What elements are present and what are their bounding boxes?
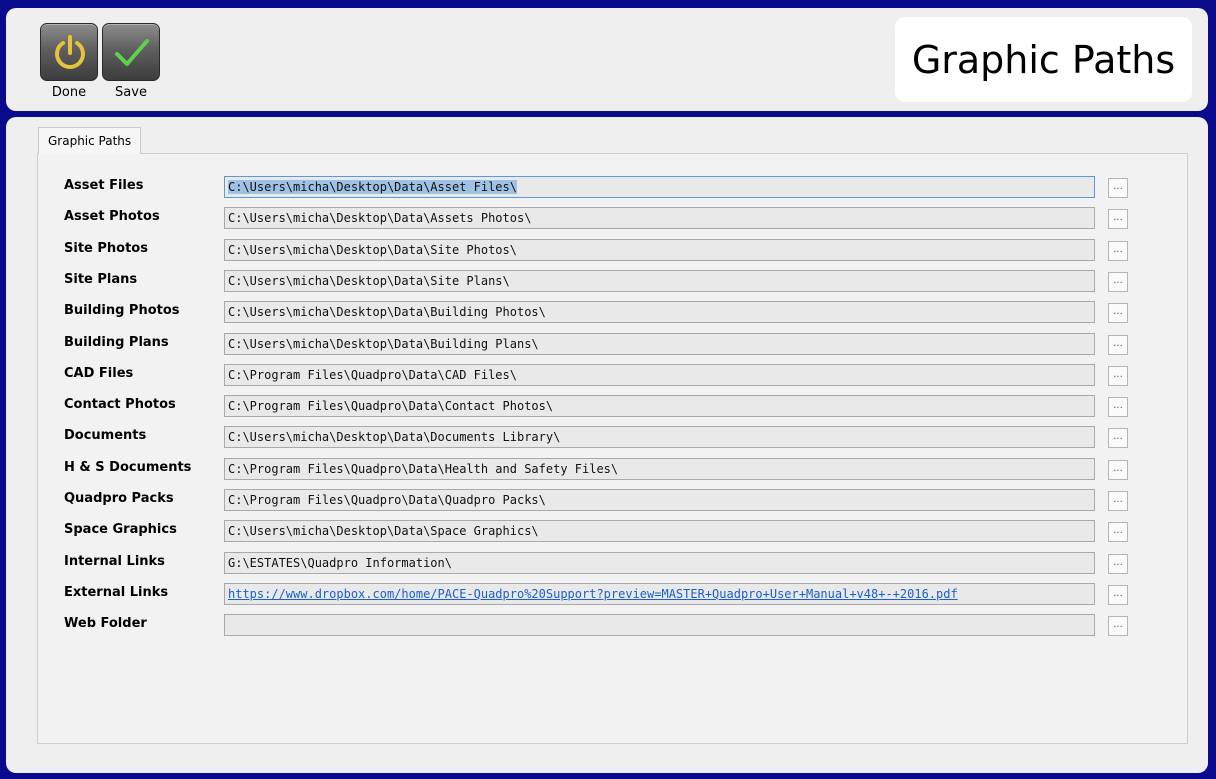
save-button[interactable] (102, 23, 160, 81)
done-button[interactable] (40, 23, 98, 81)
save-label: Save (115, 85, 147, 100)
path-input[interactable]: C:\Users\micha\Desktop\Data\Documents Li… (224, 426, 1095, 449)
path-row: H & S Documents C:\Program Files\Quadpro\… (38, 457, 1189, 480)
path-input[interactable]: C:\Program Files\Quadpro\Data\CAD Files\ (224, 363, 1095, 386)
browse-button[interactable]: ... (1108, 334, 1128, 355)
path-label: CAD Files (64, 365, 134, 381)
path-row: Site Plans C:\Users\micha\Desktop\Data\Si… (38, 269, 1189, 292)
path-label: Building Plans (64, 334, 169, 350)
path-link-field[interactable]: https://www.dropbox.com/home/PACE-Quadpr… (224, 582, 1095, 605)
path-input[interactable]: C:\Users\micha\Desktop\Data\Assets Photo… (224, 207, 1095, 230)
path-input[interactable]: C:\Users\micha\Desktop\Data\Building Pho… (224, 301, 1095, 324)
path-label: External Links (64, 584, 169, 600)
path-label: Asset Photos (64, 209, 160, 225)
toolbar: Done Save Graphic Paths (6, 8, 1208, 111)
browse-button[interactable]: ... (1108, 616, 1128, 637)
path-label: Asset Files (64, 178, 144, 193)
path-label: Quadpro Packs (64, 491, 174, 506)
done-label: Done (51, 85, 87, 100)
browse-button[interactable]: ... (1108, 303, 1128, 324)
path-input[interactable]: C:\Users\micha\Desktop\Data\Site Plans\ (224, 269, 1095, 292)
path-input[interactable]: G:\ESTATES\Quadpro Information\ (224, 551, 1095, 574)
path-row: Building Plans C:\Users\micha\Desktop\Dat… (38, 332, 1189, 355)
tab-content: Asset Files C:\Users\micha\Desktop\Data\A… (37, 153, 1188, 744)
browse-button[interactable]: ... (1108, 240, 1128, 261)
checkmark-icon (115, 39, 149, 66)
browse-button[interactable]: ... (1108, 271, 1128, 292)
path-input[interactable]: C:\Program Files\Quadpro\Data\Health and… (224, 457, 1095, 480)
browse-button[interactable]: ... (1108, 553, 1128, 574)
path-label: Internal Links (64, 553, 165, 569)
path-row: Quadpro Packs C:\Program Files\Quadpro\Da… (38, 489, 1189, 511)
selected-text: C:\Users\micha\Desktop\Data\Asset Files\ (228, 180, 517, 194)
path-input[interactable]: C:\Program Files\Quadpro\Data\Contact Ph… (224, 395, 1095, 418)
path-label: Contact Photos (64, 397, 176, 413)
path-row: External Links https://www.dropbox.com/ho… (38, 582, 1189, 605)
browse-button[interactable]: ... (1108, 584, 1128, 605)
browse-button[interactable]: ... (1108, 397, 1128, 418)
path-row: Building Photos C:\Users\micha\Desktop\Da… (38, 301, 1189, 324)
path-label: H & S Documents (64, 459, 192, 475)
path-label: Building Photos (64, 303, 180, 319)
path-input[interactable]: C:\Users\micha\Desktop\Data\Site Photos\ (224, 238, 1095, 261)
path-row: Asset Files C:\Users\micha\Desktop\Data\A… (38, 176, 1189, 198)
path-input[interactable]: C:\Users\micha\Desktop\Data\Space Graphi… (224, 520, 1095, 543)
page-title: Graphic Paths (895, 17, 1192, 102)
browse-button[interactable]: ... (1108, 365, 1128, 386)
path-label: Web Folder (64, 616, 147, 632)
path-row: Site Photos C:\Users\micha\Desktop\Data\S… (38, 238, 1189, 261)
path-input[interactable] (224, 614, 1095, 637)
path-input[interactable]: C:\Program Files\Quadpro\Data\Quadpro Pa… (224, 489, 1095, 511)
main-panel: Graphic Paths Asset Files C:\Users\micha\… (6, 117, 1208, 773)
path-row: Space Graphics C:\Users\micha\Desktop\Dat… (38, 520, 1189, 543)
path-label: Site Photos (64, 240, 148, 256)
tab-graphic-paths[interactable]: Graphic Paths (38, 127, 142, 154)
path-label: Site Plans (64, 271, 138, 287)
path-row: Asset Photos C:\Users\micha\Desktop\Data\… (38, 207, 1189, 230)
path-row: Documents C:\Users\micha\Desktop\Data\Doc… (38, 426, 1189, 449)
path-row: Contact Photos C:\Program Files\Quadpro\D… (38, 395, 1189, 418)
power-icon (55, 35, 85, 69)
browse-button[interactable]: ... (1108, 178, 1128, 198)
path-label: Space Graphics (64, 522, 177, 538)
path-row: CAD Files C:\Program Files\Quadpro\Data\C… (38, 363, 1189, 386)
path-label: Documents (64, 428, 147, 444)
browse-button[interactable]: ... (1108, 491, 1128, 511)
browse-button[interactable]: ... (1108, 459, 1128, 480)
path-input[interactable]: C:\Users\micha\Desktop\Data\Asset Files\ (224, 176, 1095, 198)
browse-button[interactable]: ... (1108, 428, 1128, 449)
browse-button[interactable]: ... (1108, 209, 1128, 230)
path-row: Web Folder... (38, 614, 1189, 637)
browse-button[interactable]: ... (1108, 522, 1128, 543)
path-row: Internal Links G:\ESTATES\Quadpro Informa… (38, 551, 1189, 574)
path-input[interactable]: C:\Users\micha\Desktop\Data\Building Pla… (224, 332, 1095, 355)
